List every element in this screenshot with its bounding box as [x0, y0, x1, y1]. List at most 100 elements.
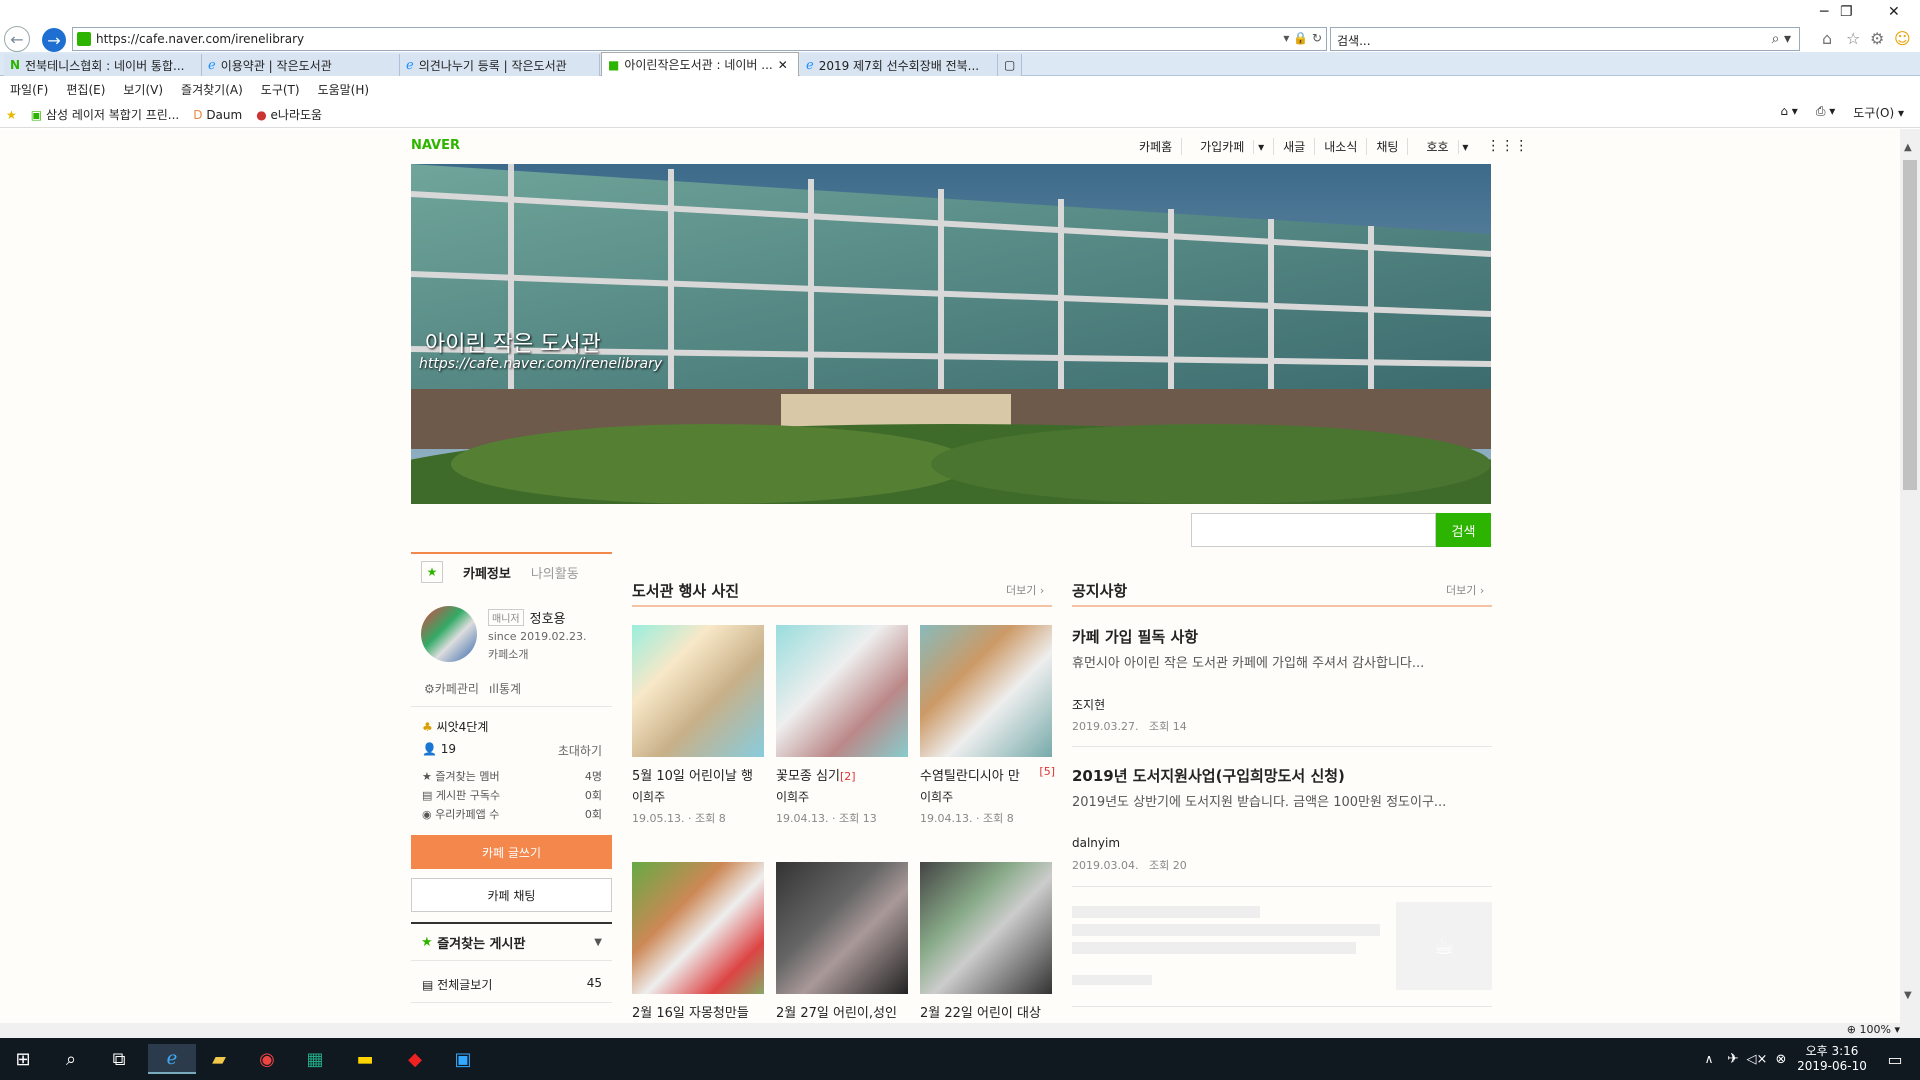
- taskbar-app-icon[interactable]: ▣: [448, 1044, 478, 1074]
- scroll-down-icon[interactable]: ▼: [1904, 990, 1912, 1001]
- favorite-boards-header[interactable]: ★ 즐겨찾는 게시판 ▼: [411, 922, 612, 960]
- windows-start-icon[interactable]: ⊞: [8, 1044, 38, 1074]
- tab-2[interactable]: ℯ 이용약관 | 작은도서관: [202, 54, 400, 76]
- event-caption-3[interactable]: 수염틸란디시아 만 [5]: [920, 765, 1055, 784]
- event-caption-5[interactable]: 2월 27일 어린이,성인: [776, 1002, 897, 1021]
- tab-1[interactable]: N 전북테니스협회 : 네이버 통합...: [4, 54, 202, 76]
- event-photo-1[interactable]: [632, 625, 764, 757]
- events-more-link[interactable]: 더보기 ›: [1006, 582, 1044, 598]
- notice-desc-2[interactable]: 2019년도 상반기에 도서지원 받습니다. 금액은 100만원 정도이구...: [1072, 791, 1492, 810]
- nav-my-news[interactable]: 내소식: [1315, 138, 1368, 155]
- event-caption-6[interactable]: 2월 22일 어린이 대상: [920, 1002, 1041, 1021]
- cafe-chat-button[interactable]: 카페 채팅: [411, 878, 612, 912]
- cafe-search-input[interactable]: [1191, 513, 1436, 547]
- nav-joined-cafe[interactable]: 가입카페 ▾: [1182, 138, 1275, 155]
- event-author-2[interactable]: 이희주: [776, 788, 809, 805]
- search-icon[interactable]: ⌕ ▾: [1772, 31, 1791, 47]
- tab-close-icon[interactable]: ✕: [778, 58, 788, 72]
- menu-help[interactable]: 도움말(H): [318, 81, 370, 98]
- notification-icon[interactable]: ▭: [1880, 1044, 1910, 1074]
- fav-daum[interactable]: D Daum: [193, 108, 242, 122]
- new-tab-button[interactable]: ▢: [998, 54, 1022, 76]
- home-icon[interactable]: ⌂: [1822, 29, 1832, 48]
- notice-title-1[interactable]: 카페 가입 필독 사항: [1072, 626, 1198, 647]
- restore-icon[interactable]: ❐: [1840, 4, 1853, 20]
- menu-tools[interactable]: 도구(T): [261, 81, 300, 98]
- taskbar-chrome-icon[interactable]: ◉: [252, 1044, 282, 1074]
- print-icon[interactable]: ⎙ ▾: [1816, 104, 1835, 121]
- tab-cafe-info[interactable]: 카페정보: [463, 563, 511, 582]
- chevron-down-icon[interactable]: ▼: [594, 937, 602, 948]
- taskbar-search-icon[interactable]: ⌕: [56, 1044, 86, 1074]
- enara-icon: ●: [256, 108, 267, 122]
- menu-favorites[interactable]: 즐겨찾기(A): [181, 81, 243, 98]
- menu-view[interactable]: 보기(V): [123, 81, 163, 98]
- cafe-write-button[interactable]: 카페 글쓰기: [411, 835, 612, 869]
- taskbar-kakaotalk-icon[interactable]: ▬: [350, 1044, 380, 1074]
- apps-grid-icon[interactable]: ⋮⋮⋮: [1477, 138, 1537, 155]
- home-dropdown-icon[interactable]: ⌂ ▾: [1780, 104, 1797, 121]
- notice-desc-1[interactable]: 휴먼시아 아이린 작은 도서관 카페에 가입해 주셔서 감사합니다...: [1072, 652, 1492, 671]
- browser-search-input[interactable]: 검색... ⌕ ▾: [1330, 27, 1800, 51]
- cafe-admin-link[interactable]: ⚙카페관리: [424, 680, 479, 697]
- event-caption-1[interactable]: 5월 10일 어린이날 행: [632, 765, 753, 784]
- manager-name[interactable]: 정호용: [530, 608, 566, 627]
- taskbar-excel-icon[interactable]: ▦: [300, 1044, 330, 1074]
- divider: [1072, 1006, 1492, 1007]
- invite-link[interactable]: 초대하기: [558, 742, 602, 759]
- tab-3[interactable]: ℯ 의견나누기 등록 | 작은도서관: [400, 54, 600, 76]
- fav-enara[interactable]: ● e나라도움: [256, 106, 322, 123]
- tab-4-active[interactable]: ■ 아이린작은도서관 : 네이버 ... ✕: [601, 52, 799, 76]
- notice-author-2[interactable]: dalnyim: [1072, 836, 1120, 850]
- naver-logo[interactable]: NAVER: [411, 138, 460, 153]
- back-button[interactable]: ←: [4, 26, 30, 52]
- cafe-avatar[interactable]: [421, 606, 477, 662]
- fav-samsung[interactable]: ▣ 삼성 레이저 복합기 프린...: [31, 106, 179, 123]
- cafe-stats-link[interactable]: ıll통계: [489, 680, 521, 697]
- address-bar[interactable]: https://cafe.naver.com/irenelibrary ▾ 🔒 …: [72, 27, 1327, 51]
- lock-refresh-icon[interactable]: ▾ 🔒 ↻: [1283, 31, 1322, 45]
- event-photo-6[interactable]: [920, 862, 1052, 994]
- cafe-search-button[interactable]: 검색: [1436, 513, 1491, 547]
- task-view-icon[interactable]: ⧉: [104, 1044, 134, 1074]
- taskbar-ie-icon[interactable]: ℯ: [148, 1044, 196, 1074]
- event-author-3[interactable]: 이희주: [920, 788, 953, 805]
- minimize-icon[interactable]: ─: [1820, 4, 1828, 20]
- favorite-star-icon[interactable]: ★: [421, 561, 443, 583]
- all-posts-link[interactable]: ▤ 전체글보기 45: [422, 976, 602, 993]
- smiley-icon[interactable]: ☺: [1894, 29, 1911, 48]
- event-photo-4[interactable]: [632, 862, 764, 994]
- event-caption-2[interactable]: 꽃모종 심기[2]: [776, 765, 856, 784]
- taskbar-explorer-icon[interactable]: ▰: [204, 1044, 234, 1074]
- event-photo-2[interactable]: [776, 625, 908, 757]
- event-caption-4[interactable]: 2월 16일 자몽청만들: [632, 1002, 749, 1021]
- nav-new-posts[interactable]: 새글: [1274, 138, 1316, 155]
- notice-section-title[interactable]: 공지사항: [1072, 580, 1127, 601]
- close-icon[interactable]: ✕: [1888, 4, 1900, 20]
- favorites-star-icon[interactable]: ★: [6, 108, 17, 122]
- event-photo-3[interactable]: [920, 625, 1052, 757]
- tools-menu[interactable]: 도구(O) ▾: [1853, 104, 1904, 121]
- event-author-1[interactable]: 이희주: [632, 788, 665, 805]
- zoom-level[interactable]: ⊕ 100% ▾: [1847, 1023, 1900, 1036]
- favorites-star-icon[interactable]: ☆: [1846, 29, 1860, 48]
- scrollbar-thumb[interactable]: [1903, 160, 1917, 490]
- taskbar-acrobat-icon[interactable]: ◆: [400, 1044, 430, 1074]
- forward-button[interactable]: →: [42, 28, 66, 52]
- menu-edit[interactable]: 편집(E): [66, 81, 105, 98]
- nav-chat[interactable]: 채팅: [1367, 138, 1409, 155]
- gear-icon[interactable]: ⚙: [1870, 29, 1884, 48]
- tab-my-activity[interactable]: 나의활동: [531, 563, 579, 582]
- event-photo-5[interactable]: [776, 862, 908, 994]
- nav-cafe-home[interactable]: 카페홈: [1130, 138, 1183, 155]
- notice-title-2[interactable]: 2019년 도서지원사업(구입희망도서 신청): [1072, 765, 1345, 786]
- tab-5[interactable]: ℯ 2019 제7회 선수회장배 전북...: [800, 54, 998, 76]
- cafe-intro-link[interactable]: 카페소개: [488, 646, 528, 662]
- scroll-up-icon[interactable]: ▲: [1904, 142, 1912, 153]
- nav-user[interactable]: 호호 ▾: [1408, 138, 1477, 155]
- menu-file[interactable]: 파일(F): [10, 81, 48, 98]
- taskbar-clock[interactable]: 오후 3:16 2019-06-10: [1792, 1042, 1872, 1073]
- notice-author-1[interactable]: 조지현: [1072, 696, 1105, 713]
- events-section-title[interactable]: 도서관 행사 사진: [632, 580, 739, 601]
- notice-more-link[interactable]: 더보기 ›: [1446, 582, 1484, 598]
